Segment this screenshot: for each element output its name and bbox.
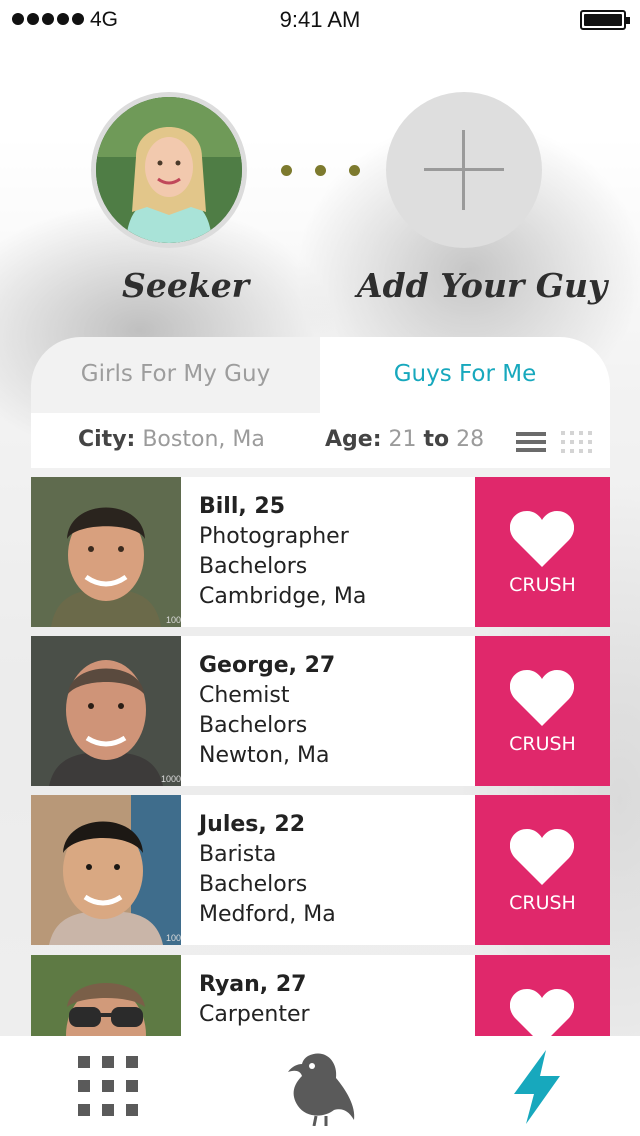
heart-icon [510, 829, 574, 885]
profile-job: Chemist [199, 683, 290, 708]
age-filter[interactable]: Age: 21 to 28 [325, 427, 484, 452]
profile-location: Newton, Ma [199, 743, 330, 768]
crush-button[interactable]: CRUSH [475, 795, 610, 945]
profile-education: Bachelors [199, 554, 308, 579]
grid-view-icon[interactable] [561, 431, 593, 453]
crush-button[interactable]: CRUSH [475, 477, 610, 627]
profile-job: Photographer [199, 524, 349, 549]
profile-job: Barista [199, 842, 277, 867]
bottom-nav [0, 1036, 640, 1136]
age-max: 28 [456, 427, 485, 452]
heart-icon [510, 511, 574, 567]
profile-info: Jules, 22 Barista Bachelors Medford, Ma [199, 810, 336, 930]
bird-icon [288, 1053, 355, 1126]
photo-watermark: 100 [165, 933, 181, 943]
crush-label: CRUSH [509, 733, 576, 755]
seeker-avatar[interactable] [91, 92, 247, 248]
profile-info: George, 27 Chemist Bachelors Newton, Ma [199, 651, 335, 771]
profile-education: Bachelors [199, 713, 308, 738]
profile-photo: 100 [31, 477, 181, 627]
city-key: City: [78, 427, 136, 452]
profile-job: Carpenter [199, 1002, 310, 1027]
profile-info: Bill, 25 Photographer Bachelors Cambridg… [199, 492, 366, 612]
profile-name: Bill, 25 [199, 494, 286, 519]
profile-card[interactable]: 100 Jules, 22 Barista Bachelors Medford,… [31, 795, 610, 945]
profile-photo-image [31, 795, 181, 945]
tab-guys-for-me[interactable]: Guys For Me [320, 337, 610, 413]
profile-name: Ryan, 27 [199, 972, 307, 997]
profile-location: Cambridge, Ma [199, 584, 367, 609]
profile-card[interactable]: 100 Bill, 25 Photographer Bachelors Camb… [31, 477, 610, 627]
seeker-photo [96, 97, 242, 243]
age-min: 21 [388, 427, 417, 452]
profile-photo: 1000 [31, 636, 181, 786]
lightning-icon [514, 1050, 560, 1124]
tab-label: Girls For My Guy [80, 361, 271, 387]
profile-photo-image [31, 636, 181, 786]
crush-label: CRUSH [509, 892, 576, 914]
list-view-icon[interactable] [516, 432, 546, 452]
tab-girls-for-my-guy[interactable]: Girls For My Guy [31, 337, 320, 413]
seeker-label: Seeker [122, 266, 250, 305]
plus-icon-vertical [462, 130, 465, 210]
photo-watermark: 1000 [160, 774, 181, 784]
heart-icon [510, 670, 574, 726]
profile-photo-image [31, 477, 181, 627]
nav-grid-button[interactable] [60, 1036, 160, 1136]
filter-bar: City: Boston, Ma Age: 21 to 28 [31, 413, 610, 468]
age-key: Age: [325, 427, 382, 452]
tab-label: Guys For Me [393, 361, 537, 387]
battery-icon [580, 10, 630, 30]
city-filter[interactable]: City: Boston, Ma [78, 427, 265, 452]
add-guy-label: Add Your Guy [357, 266, 608, 305]
profile-location: Medford, Ma [199, 902, 336, 927]
add-guy-button[interactable] [386, 92, 542, 248]
status-time: 9:41 AM [279, 7, 361, 32]
photo-watermark: 100 [165, 615, 181, 625]
nav-lightning-button[interactable] [490, 1036, 590, 1136]
status-bar: 4G 9:41 AM [0, 0, 640, 40]
crush-button[interactable]: CRUSH [475, 636, 610, 786]
profile-card[interactable]: 1000 George, 27 Chemist Bachelors Newton… [31, 636, 610, 786]
crush-label: CRUSH [509, 574, 576, 596]
nav-bird-button[interactable] [270, 1036, 370, 1136]
connect-dots [281, 165, 360, 176]
profile-name: George, 27 [199, 653, 336, 678]
profile-photo: 100 [31, 795, 181, 945]
profile-info: Ryan, 27 Carpenter [199, 970, 310, 1030]
city-value: Boston, Ma [142, 427, 265, 452]
profile-education: Bachelors [199, 872, 308, 897]
age-to: to [423, 427, 450, 452]
grid-icon [78, 1056, 142, 1120]
profile-name: Jules, 22 [199, 812, 306, 837]
